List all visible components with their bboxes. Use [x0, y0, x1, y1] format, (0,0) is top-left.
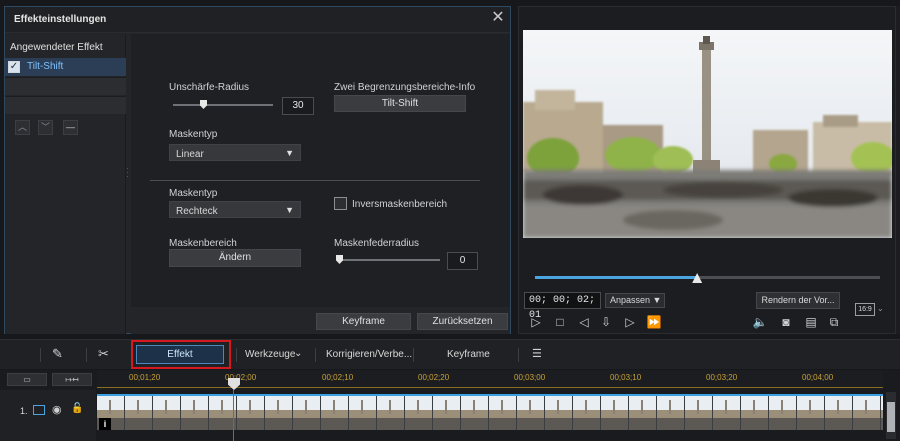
- edit-toolbar: ✎ ✂ Effekt Werkzeuge ⌄ Korrigieren/Verbe…: [0, 339, 900, 369]
- applied-effects-title: Angewendeter Effekt: [10, 42, 103, 53]
- ruler-label: 00;03;20: [706, 373, 738, 382]
- aspect-ratio-button[interactable]: 16:9: [855, 303, 875, 316]
- toolbar-divider: [413, 348, 414, 362]
- highlight-box: [131, 340, 231, 369]
- preview-window: 00; 00; 02; 01 Anpassen ▼ Rendern der Vo…: [518, 6, 896, 334]
- mask-shape-value: Rechteck: [176, 206, 218, 217]
- stop-icon[interactable]: □: [551, 314, 569, 330]
- close-icon[interactable]: ✕: [489, 9, 507, 27]
- applied-effect-row[interactable]: ✓ Tilt-Shift: [5, 58, 126, 76]
- keyframe-button[interactable]: Keyframe: [316, 313, 411, 330]
- track-number: 1.: [20, 406, 28, 416]
- mask-type-value: Linear: [176, 149, 204, 160]
- blur-radius-slider[interactable]: [173, 104, 273, 106]
- applied-effect-label: Tilt-Shift: [27, 61, 64, 72]
- applied-effects-list: Angewendeter Effekt ✓ Tilt-Shift ︿ ﹀ —: [5, 34, 126, 334]
- next-frame-icon[interactable]: ⇩: [597, 314, 615, 330]
- step-forward-icon[interactable]: ▷: [621, 314, 639, 330]
- timeline: ▭ ↦↤ 00;01;20 00;02;00 00;02;10 00;02;20…: [0, 370, 900, 441]
- info-icon[interactable]: i: [99, 418, 111, 430]
- checkbox-icon[interactable]: ✓: [8, 61, 20, 73]
- fit-timeline-button[interactable]: ↦↤: [52, 373, 92, 386]
- blur-radius-thumb[interactable]: [200, 100, 207, 109]
- fast-forward-icon[interactable]: ⏩: [645, 314, 663, 330]
- chevron-down-icon[interactable]: ⌄: [877, 304, 884, 313]
- clip-thumbnails: [97, 396, 883, 430]
- toolbar-divider: [518, 348, 519, 362]
- feather-radius-slider[interactable]: [337, 259, 440, 261]
- timecode-display[interactable]: 00; 00; 02; 01: [524, 292, 601, 321]
- eye-icon[interactable]: ◉: [52, 403, 62, 416]
- panel-header: Effekteinstellungen ✕: [5, 7, 510, 33]
- invert-mask-checkbox[interactable]: [334, 197, 347, 210]
- two-boundaries-label: Zwei Begrenzungsbereiche-Info: [334, 82, 476, 93]
- chevron-down-icon: ▼: [285, 148, 294, 158]
- mask-shape-label: Maskentyp: [169, 188, 218, 199]
- scissors-icon[interactable]: ✂: [98, 346, 116, 363]
- panel-title: Effekteinstellungen: [14, 14, 107, 25]
- scrub-progress: [535, 276, 698, 279]
- fit-dropdown[interactable]: Anpassen ▼: [605, 293, 665, 308]
- track-header: 1. ◉ 🔓: [0, 390, 96, 441]
- mask-type-dropdown[interactable]: Linear ▼: [169, 144, 301, 161]
- move-down-icon[interactable]: ﹀: [38, 120, 53, 135]
- splitter-handle[interactable]: · · ·: [126, 165, 130, 181]
- ruler-label: 00;01;20: [129, 373, 161, 382]
- video-clip[interactable]: [97, 394, 883, 430]
- render-preview-button[interactable]: Rendern der Vor...: [756, 292, 840, 309]
- effect-settings-panel: Effekteinstellungen ✕ Angewendeter Effek…: [4, 6, 511, 334]
- change-mask-button[interactable]: Ändern: [169, 249, 301, 267]
- feather-radius-input[interactable]: 0: [447, 252, 478, 270]
- keyframe-menu[interactable]: Keyframe: [447, 349, 490, 360]
- mask-shape-dropdown[interactable]: Rechteck ▼: [169, 201, 301, 218]
- ruler-label: 00;02;20: [418, 373, 450, 382]
- feather-radius-label: Maskenfederradius: [334, 238, 420, 249]
- scrollbar-thumb[interactable]: [887, 402, 895, 432]
- mask-area-label: Maskenbereich: [169, 238, 237, 249]
- playhead-line: [233, 390, 234, 441]
- toolbar-divider: [86, 348, 87, 362]
- move-up-icon[interactable]: ︿: [15, 120, 30, 135]
- undock-icon[interactable]: ⧉: [825, 314, 843, 330]
- preview-image: [523, 30, 892, 238]
- tools-menu[interactable]: Werkzeuge: [245, 349, 295, 360]
- list-icon[interactable]: ☰: [532, 347, 548, 363]
- snapshot-icon[interactable]: ◙: [777, 314, 795, 330]
- blur-radius-input[interactable]: 30: [282, 97, 314, 115]
- toolbar-divider: [40, 348, 41, 362]
- play-icon[interactable]: ▷: [527, 314, 545, 330]
- preview-video-frame: [523, 30, 892, 238]
- pen-icon[interactable]: ✎: [52, 346, 72, 363]
- remove-icon[interactable]: —: [63, 120, 78, 135]
- blur-radius-label: Unschärfe-Radius: [169, 82, 250, 93]
- volume-icon[interactable]: 🔈: [751, 314, 769, 330]
- chevron-down-icon: ▼: [285, 205, 294, 215]
- section-divider: [150, 180, 480, 181]
- mask-type-label: Maskentyp: [169, 129, 218, 140]
- ruler-label: 00;03;10: [610, 373, 642, 382]
- video-track-icon[interactable]: [33, 405, 45, 415]
- empty-effect-slot: [5, 96, 126, 114]
- ruler-baseline: [97, 387, 883, 388]
- correct-enhance-menu[interactable]: Korrigieren/Verbe...: [326, 349, 412, 360]
- ruler-label: 00;04;00: [802, 373, 834, 382]
- chevron-down-icon[interactable]: ⌄: [294, 348, 302, 359]
- reset-button[interactable]: Zurücksetzen: [417, 313, 508, 330]
- empty-effect-slot: [5, 77, 126, 95]
- panel-footer: Keyframe Zurücksetzen: [131, 307, 510, 334]
- subtitles-icon[interactable]: ▤: [802, 314, 820, 330]
- invert-mask-label: Inversmaskenbereich: [352, 199, 448, 210]
- side-strip: [896, 6, 900, 334]
- ruler-label: 00;03;00: [514, 373, 546, 382]
- lock-icon[interactable]: 🔓: [71, 403, 83, 414]
- effect-settings-area: Unschärfe-Radius 30 Zwei Begrenzungsbere…: [131, 34, 510, 307]
- timeline-view-button[interactable]: ▭: [7, 373, 47, 386]
- tilt-shift-button[interactable]: Tilt-Shift: [334, 95, 466, 112]
- previous-frame-icon[interactable]: ◁: [575, 314, 593, 330]
- feather-radius-thumb[interactable]: [336, 255, 343, 264]
- toolbar-divider: [315, 348, 316, 362]
- ruler-label: 00;02;10: [322, 373, 354, 382]
- toolbar-divider: [236, 348, 237, 362]
